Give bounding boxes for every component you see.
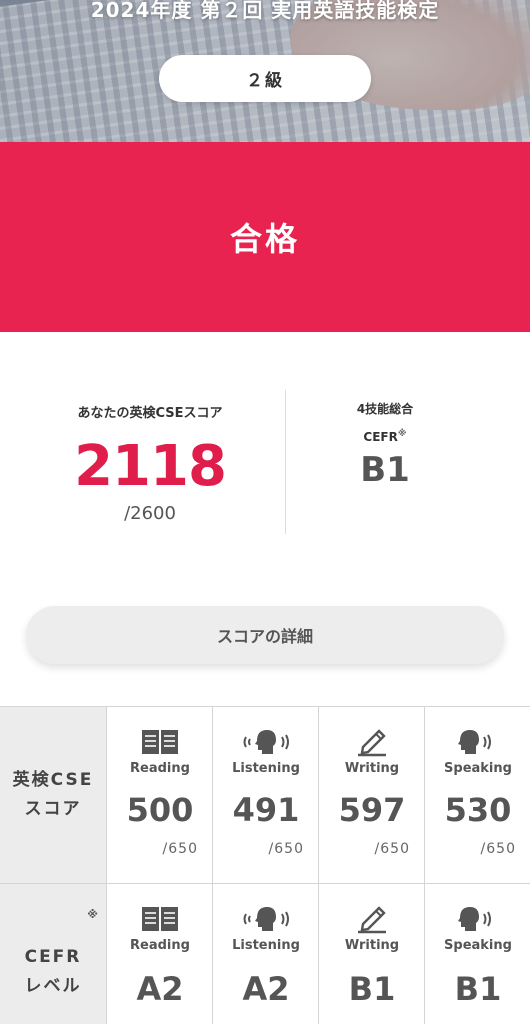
cse-row-header: 英検CSE スコア	[0, 707, 106, 883]
result-banner: 合格	[0, 142, 530, 332]
pencil-icon	[319, 727, 425, 757]
cse-score-max: /2600	[124, 503, 176, 524]
cse-cell-speaking: Speaking 530 /650	[424, 707, 530, 883]
cefr-note-mark: ※	[397, 429, 407, 439]
cefr-cell-speaking: Speaking B1	[424, 884, 530, 1024]
skill-label: Speaking	[444, 761, 512, 776]
overall-cefr-block: 4技能総合 CEFR※ B1	[300, 400, 470, 490]
skill-score-max: /650	[162, 841, 198, 857]
cse-cell-writing: Writing 597 /650	[318, 707, 424, 883]
skill-cefr-level: A2	[242, 970, 290, 1008]
skill-label: Speaking	[444, 938, 512, 953]
skill-label: Writing	[344, 938, 400, 953]
cse-cell-reading: Reading 500 /650	[106, 707, 212, 883]
skill-score: 500	[126, 791, 194, 829]
hero-header: 2024年度 第２回 実用英語技能検定 ２級	[0, 0, 530, 142]
skill-cefr-level: B1	[348, 970, 396, 1008]
speaking-icon	[425, 904, 530, 934]
cse-score-value: 2118	[74, 434, 227, 499]
cse-row-label-2: スコア	[24, 799, 82, 819]
grade-badge: ２級	[159, 55, 371, 102]
overall-cefr-value: B1	[360, 450, 410, 490]
overall-label: 4技能総合	[356, 402, 414, 416]
exam-title: 2024年度 第２回 実用英語技能検定	[90, 0, 440, 22]
book-icon	[107, 727, 213, 757]
cefr-row-label-1: CEFR	[24, 947, 82, 968]
cefr-label: CEFR※	[363, 429, 407, 444]
cefr-row-label-2: レベル	[24, 976, 82, 996]
skill-score: 597	[338, 791, 406, 829]
cse-row-label-1: 英検CSE	[12, 770, 94, 791]
skill-label: Reading	[130, 938, 190, 953]
cefr-row-header: ※ CEFR レベル	[0, 884, 106, 1024]
skill-score-max: /650	[268, 841, 304, 857]
pencil-icon	[319, 904, 425, 934]
result-status: 合格	[229, 220, 300, 258]
summary-divider	[285, 390, 286, 534]
book-icon	[107, 904, 213, 934]
cse-score-row: 英検CSE スコア Reading 500 /650 Listening 491 …	[0, 707, 530, 883]
cse-score-label: あなたの英検CSEスコア	[77, 406, 223, 421]
skill-cefr-level: B1	[454, 970, 502, 1008]
cse-score-block: あなたの英検CSEスコア 2118 /2600	[40, 402, 260, 524]
listening-icon	[213, 904, 319, 934]
skill-score: 530	[444, 791, 512, 829]
score-summary: あなたの英検CSEスコア 2118 /2600 4技能総合 CEFR※ B1	[0, 332, 530, 602]
cefr-cell-listening: Listening A2	[212, 884, 318, 1024]
skill-score: 491	[232, 791, 300, 829]
skill-label: Listening	[232, 761, 300, 776]
score-detail-button[interactable]: スコアの詳細	[26, 606, 504, 664]
skill-score-max: /650	[480, 841, 516, 857]
skill-score-grid: 英検CSE スコア Reading 500 /650 Listening 491 …	[0, 706, 530, 1024]
skill-label: Writing	[344, 761, 400, 776]
cefr-cell-reading: Reading A2	[106, 884, 212, 1024]
skill-label: Listening	[232, 938, 300, 953]
cse-cell-listening: Listening 491 /650	[212, 707, 318, 883]
cefr-cell-writing: Writing B1	[318, 884, 424, 1024]
skill-label: Reading	[130, 761, 190, 776]
cefr-level-row: ※ CEFR レベル Reading A2 Listening A2 Writin…	[0, 883, 530, 1024]
skill-cefr-level: A2	[136, 970, 184, 1008]
speaking-icon	[425, 727, 530, 757]
listening-icon	[213, 727, 319, 757]
skill-score-max: /650	[374, 841, 410, 857]
cefr-row-note-mark: ※	[87, 908, 98, 921]
